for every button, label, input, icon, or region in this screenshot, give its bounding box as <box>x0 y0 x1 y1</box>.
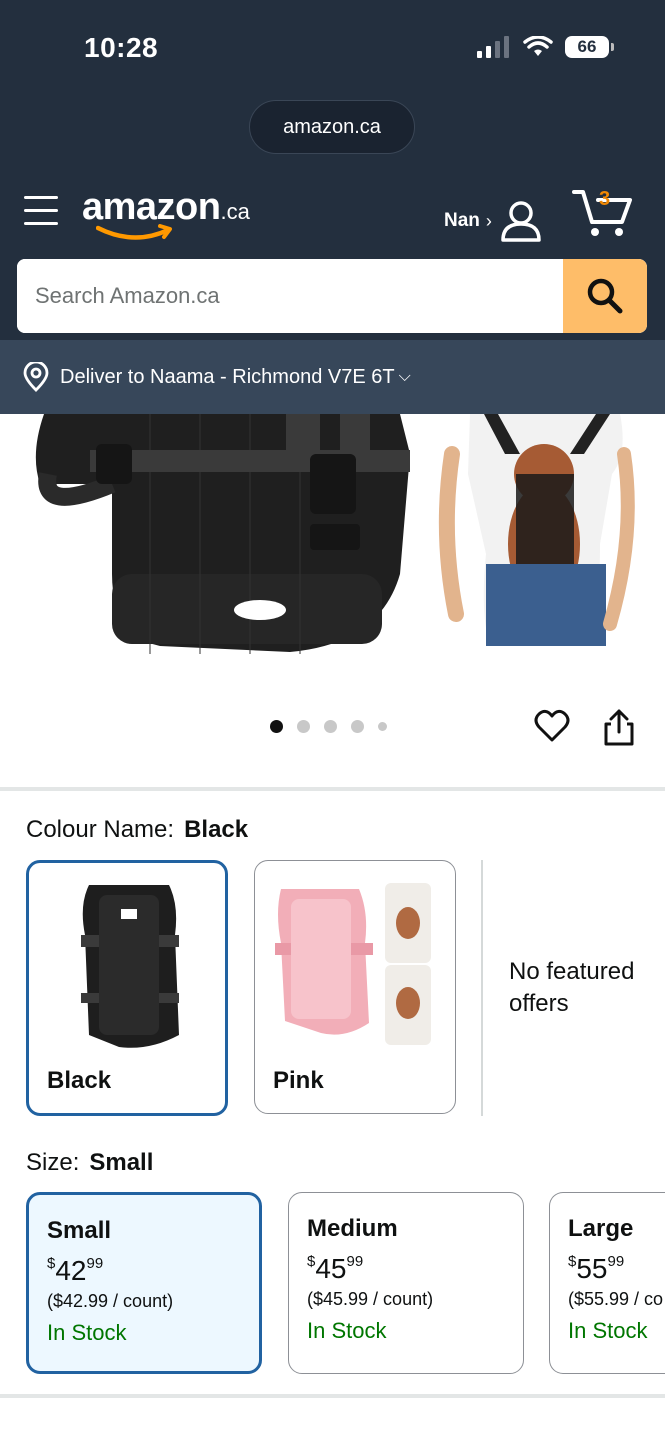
vertical-separator <box>481 860 483 1116</box>
price-fraction: 99 <box>607 1253 625 1270</box>
amazon-logo[interactable]: amazon.ca <box>82 186 250 240</box>
colour-label: Colour Name: <box>26 816 175 843</box>
url-bar[interactable]: amazon.ca <box>249 100 415 154</box>
section-divider <box>0 787 665 791</box>
gallery-dot[interactable] <box>351 720 364 733</box>
size-option-medium[interactable]: Medium $4599 ($45.99 / count) In Stock <box>288 1192 524 1374</box>
person-icon <box>501 201 541 242</box>
gallery-pagination <box>270 720 387 733</box>
colour-label-row: Colour Name: Black <box>26 816 248 844</box>
price-whole: 55 <box>576 1253 608 1284</box>
product-image-black-carrier <box>35 414 635 654</box>
account-chevron: › <box>485 210 492 231</box>
size-option-name: Small <box>47 1217 112 1244</box>
top-header: 10:28 66 amazon.ca amazon.ca Nan › 3 Sea… <box>0 0 665 340</box>
status-icons: 66 <box>477 36 614 58</box>
price-whole: 45 <box>315 1253 347 1284</box>
size-option-stock: In Stock <box>568 1318 648 1343</box>
price-fraction: 99 <box>346 1253 364 1270</box>
size-option-stock: In Stock <box>307 1318 387 1343</box>
price-whole: 42 <box>55 1255 87 1286</box>
size-selected-value: Small <box>89 1149 154 1176</box>
size-option-unit-price: ($42.99 / count) <box>47 1291 174 1311</box>
size-option-unit-price: ($45.99 / count) <box>307 1289 434 1309</box>
size-option-price: $4299 <box>47 1255 241 1287</box>
smile-arrow-icon <box>96 224 172 240</box>
swatch-label: Pink <box>273 1067 324 1094</box>
gallery-dot[interactable] <box>270 720 283 733</box>
gallery-dot[interactable] <box>378 722 387 731</box>
size-option-price: $4599 <box>307 1253 505 1285</box>
swatch-image-pink <box>275 883 431 1045</box>
size-label-row: Size: Small <box>26 1149 153 1177</box>
chevron-down-icon: ⌵ <box>398 368 411 385</box>
search-button[interactable] <box>563 259 647 333</box>
battery-indicator: 66 <box>565 36 614 58</box>
colour-swatch-pink[interactable]: Pink <box>254 860 456 1114</box>
size-option-name: Medium <box>307 1215 398 1242</box>
no-featured-offers: No featured offers <box>509 958 635 1017</box>
status-time: 10:28 <box>84 32 159 63</box>
logo-word: amazon <box>82 186 221 228</box>
product-image-gallery[interactable] <box>0 414 665 674</box>
share-icon[interactable] <box>602 708 636 748</box>
swatch-label: Black <box>47 1067 112 1094</box>
swatch-image-black <box>81 885 179 1048</box>
size-option-unit-price: ($55.99 / co <box>568 1289 664 1309</box>
cart-count: 3 <box>599 188 611 210</box>
logo-tld: .ca <box>220 199 250 224</box>
hamburger-menu-icon[interactable] <box>24 196 58 230</box>
wifi-icon <box>523 36 553 56</box>
cart-button[interactable]: 3 <box>572 186 634 238</box>
gallery-dot[interactable] <box>297 720 310 733</box>
section-divider <box>0 1394 665 1398</box>
size-option-stock: In Stock <box>47 1320 127 1345</box>
size-label: Size: <box>26 1149 80 1176</box>
size-option-large[interactable]: Large $5599 ($55.99 / co In Stock <box>549 1192 665 1374</box>
heart-icon[interactable] <box>534 708 570 744</box>
location-pin-icon <box>23 362 49 392</box>
deliver-text: Deliver to Naama - Richmond V7E 6T <box>60 365 395 388</box>
gallery-dot[interactable] <box>324 720 337 733</box>
deliver-to-bar[interactable]: Deliver to Naama - Richmond V7E 6T ⌵ <box>0 340 665 414</box>
price-fraction: 99 <box>86 1255 104 1272</box>
magnifier-icon <box>587 278 623 314</box>
colour-swatch-black[interactable]: Black <box>26 860 228 1116</box>
search-input[interactable] <box>17 259 563 333</box>
search-bar <box>17 259 647 333</box>
size-option-small[interactable]: Small $4299 ($42.99 / count) In Stock <box>26 1192 262 1374</box>
signal-icon <box>477 36 509 58</box>
account-button[interactable]: Nan › <box>444 200 542 242</box>
account-name: Nan <box>444 210 480 231</box>
size-option-price: $5599 <box>568 1253 647 1285</box>
size-option-name: Large <box>568 1215 634 1242</box>
colour-selected-value: Black <box>184 816 249 843</box>
